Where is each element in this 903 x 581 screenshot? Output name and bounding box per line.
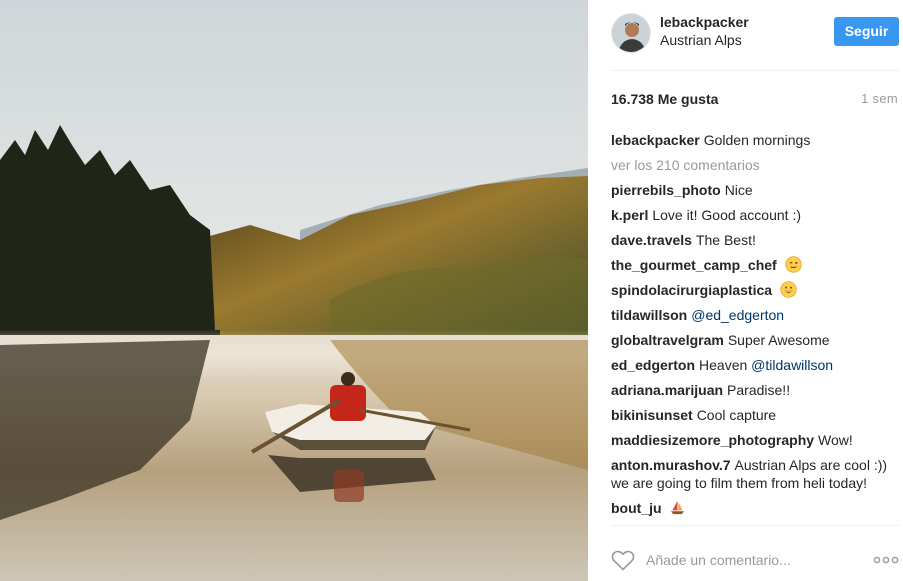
comment-mention[interactable]: @ed_edgerton [691,307,784,323]
footer-divider [611,525,899,526]
comment-text: Heaven [699,357,748,373]
comment-username[interactable]: spindolacirurgiaplastica [611,282,772,298]
list-item: the_gourmet_camp_chef [611,253,895,278]
user-avatar-icon [612,14,650,52]
comment-username[interactable]: dave.travels [611,232,692,248]
comment-username[interactable]: adriana.marijuan [611,382,723,398]
avatar[interactable] [611,13,651,53]
likes-row: 16.738 Me gusta 1 sem [611,91,899,109]
grinning-face-emoji [780,281,797,298]
comment-username[interactable]: anton.murashov.7 [611,457,731,473]
caption-username[interactable]: lebackpacker [611,132,700,148]
caption-text: Golden mornings [703,132,811,148]
comment-text: Nice [724,182,753,198]
list-item: k.perl Love it! Good account :) [611,203,895,228]
follow-button[interactable]: Seguir [834,17,899,46]
comment-text: Paradise!! [727,382,791,398]
list-item: pierrebils_photo Nice [611,178,895,203]
comment-username[interactable]: maddiesizemore_photography [611,432,814,448]
list-item: tildawillson @ed_edgerton [611,303,895,328]
post-author-username[interactable]: lebackpacker [660,14,749,30]
comment-text: The Best! [695,232,756,248]
comment-username[interactable]: ed_edgerton [611,357,695,373]
post-header: lebackpacker Austrian Alps Seguir [611,13,899,55]
comment-text: Cool capture [696,407,777,423]
post-details-panel: lebackpacker Austrian Alps Seguir 16.738… [588,0,903,581]
view-all-comments-link[interactable]: ver los 210 comentarios [611,153,895,178]
post-time[interactable]: 1 sem [861,91,898,106]
comments-list[interactable]: lebackpacker Golden mornings ver los 210 … [611,128,895,521]
post-location[interactable]: Austrian Alps [660,32,742,48]
list-item: ed_edgerton Heaven @tildawillson [611,353,895,378]
sailboat-emoji [671,500,685,515]
list-item: globaltravelgram Super Awesome [611,328,895,353]
list-item: maddiesizemore_photography Wow! [611,428,895,453]
list-item: anton.murashov.7 Austrian Alps are cool :… [611,453,895,496]
list-item: adriana.marijuan Paradise!! [611,378,895,403]
likes-count[interactable]: 16.738 Me gusta [611,91,718,107]
comment-text: Love it! Good account :) [652,207,801,223]
comment-text: Wow! [818,432,853,448]
list-item: bout_ju [611,496,895,521]
header-divider [611,70,899,71]
more-options-icon[interactable] [873,552,899,568]
caption: lebackpacker Golden mornings [611,128,895,153]
comment-mention[interactable]: @tildawillson [751,357,833,373]
winking-face-emoji [784,256,802,273]
post-photo[interactable] [0,0,588,581]
list-item: spindolacirurgiaplastica [611,278,895,303]
list-item: bikinisunset Cool capture [611,403,895,428]
lake-rowboat-photo [0,0,588,581]
comment-text: Super Awesome [727,332,830,348]
heart-icon[interactable] [611,549,635,571]
comment-username[interactable]: globaltravelgram [611,332,724,348]
comment-footer [611,540,899,576]
comment-username[interactable]: tildawillson [611,307,687,323]
comment-username[interactable]: bikinisunset [611,407,693,423]
comment-username[interactable]: pierrebils_photo [611,182,721,198]
comment-username[interactable]: bout_ju [611,500,662,516]
comment-username[interactable]: k.perl [611,207,648,223]
comment-username[interactable]: the_gourmet_camp_chef [611,257,777,273]
list-item: dave.travels The Best! [611,228,895,253]
add-comment-input[interactable] [646,549,861,571]
